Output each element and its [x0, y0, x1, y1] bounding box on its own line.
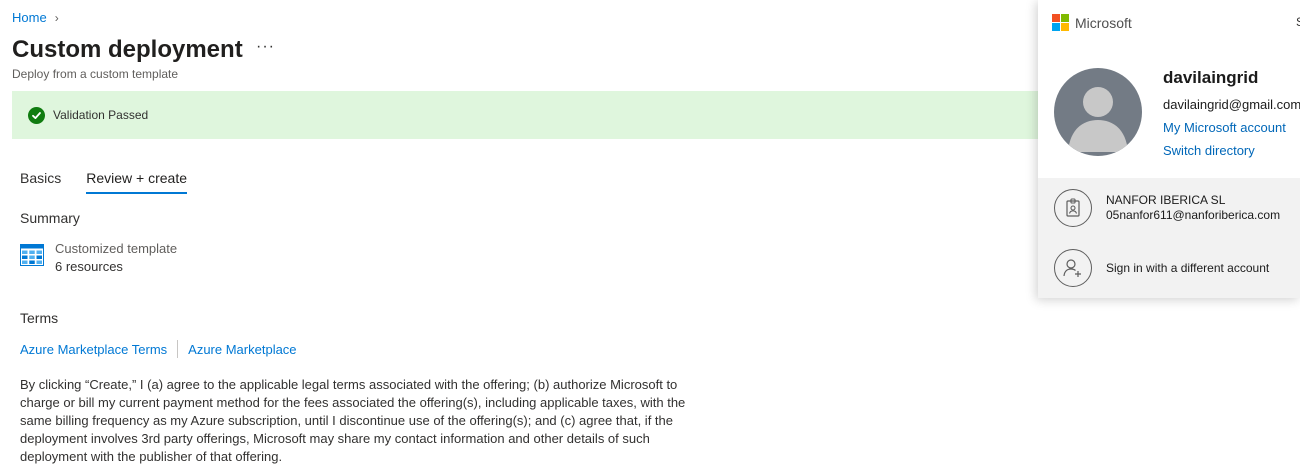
- page-title: Custom deployment: [12, 36, 243, 63]
- user-email: davilaingrid@gmail.com: [1163, 97, 1300, 112]
- person-add-icon: [1054, 249, 1092, 287]
- check-circle-icon: [28, 106, 45, 124]
- validation-text: Validation Passed: [53, 108, 149, 122]
- summary-heading: Summary: [20, 210, 80, 226]
- azure-marketplace-link[interactable]: Azure Marketplace: [188, 342, 296, 357]
- template-grid-icon: [20, 244, 44, 266]
- resource-count: 6 resources: [55, 259, 123, 274]
- terms-heading: Terms: [20, 310, 59, 326]
- other-account-nanfor[interactable]: NANFOR IBERICA SL 05nanfor611@nanforiber…: [1054, 189, 1280, 227]
- page-subtitle: Deploy from a custom template: [12, 67, 179, 81]
- sign-in-different-account[interactable]: Sign in with a different account: [1054, 249, 1269, 287]
- person-silhouette-icon: [1054, 68, 1142, 156]
- microsoft-logo: Microsoft: [1052, 14, 1132, 31]
- more-options-button[interactable]: ···: [256, 38, 275, 56]
- my-microsoft-account-link[interactable]: My Microsoft account: [1163, 120, 1286, 135]
- template-summary: Customized template 6 resources: [20, 240, 177, 276]
- divider: [177, 340, 179, 358]
- user-name: davilaingrid: [1163, 68, 1259, 87]
- validation-banner: Validation Passed: [12, 91, 1052, 139]
- breadcrumb: Home ›: [12, 10, 59, 25]
- other-account-email: 05nanfor611@nanforiberica.com: [1106, 208, 1281, 222]
- microsoft-brand-text: Microsoft: [1075, 14, 1132, 31]
- template-name: Customized template: [55, 241, 178, 256]
- other-accounts-section: NANFOR IBERICA SL 05nanfor611@nanforiber…: [1038, 178, 1300, 298]
- other-account-org: NANFOR IBERICA SL: [1106, 193, 1226, 207]
- wizard-tabs: Basics Review + create: [20, 170, 212, 194]
- terms-links: Azure Marketplace Terms Azure Marketplac…: [20, 340, 297, 358]
- breadcrumb-home-link[interactable]: Home: [12, 10, 47, 25]
- chevron-right-icon: ›: [54, 10, 59, 25]
- tab-review-create[interactable]: Review + create: [86, 170, 188, 194]
- tab-basics[interactable]: Basics: [20, 170, 61, 194]
- account-flyout: Microsoft S davilaingrid davilaingrid@gm…: [1038, 0, 1300, 298]
- legal-text: By clicking “Create,” I (a) agree to the…: [20, 377, 686, 464]
- switch-directory-link[interactable]: Switch directory: [1163, 143, 1255, 158]
- id-badge-icon: [1054, 189, 1092, 227]
- azure-marketplace-terms-link[interactable]: Azure Marketplace Terms: [20, 342, 167, 357]
- sign-out-link[interactable]: S: [1296, 15, 1300, 29]
- microsoft-logo-icon: [1052, 14, 1069, 31]
- different-account-label: Sign in with a different account: [1106, 260, 1270, 275]
